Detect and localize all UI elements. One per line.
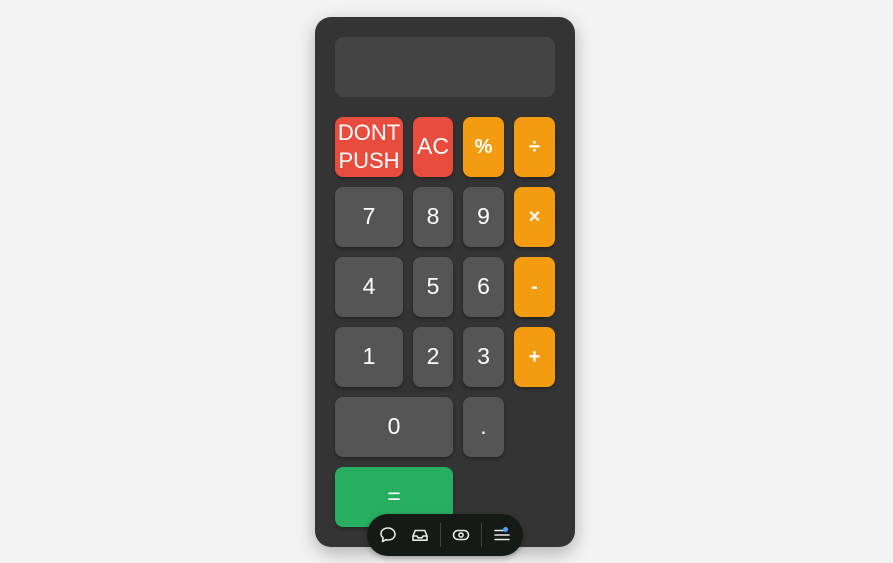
decimal-button[interactable]: .	[463, 397, 504, 457]
plus-button[interactable]: +	[514, 327, 555, 387]
key-6[interactable]: 6	[463, 257, 504, 317]
inbox-tray-icon	[412, 529, 428, 541]
chat-button[interactable]	[376, 523, 400, 547]
menu-button[interactable]	[490, 523, 514, 547]
key-0[interactable]: 0	[335, 397, 453, 457]
key-1[interactable]: 1	[335, 327, 403, 387]
floating-toolbar	[367, 514, 523, 556]
key-5[interactable]: 5	[413, 257, 453, 317]
key-9[interactable]: 9	[463, 187, 504, 247]
multiply-button[interactable]: ×	[514, 187, 555, 247]
key-2[interactable]: 2	[413, 327, 453, 387]
minus-button[interactable]: -	[514, 257, 555, 317]
chat-bubble-icon	[380, 527, 396, 543]
key-4[interactable]: 4	[335, 257, 403, 317]
notification-dot	[503, 527, 508, 532]
key-3[interactable]: 3	[463, 327, 504, 387]
eye-icon	[452, 529, 470, 541]
key-7[interactable]: 7	[335, 187, 403, 247]
toolbar-divider	[440, 523, 441, 547]
menu-icon	[494, 529, 510, 541]
calculator: DONT PUSH AC % ÷ 7 8 9 × 4 5 6 - 1 2 3 +…	[315, 17, 575, 547]
preview-button[interactable]	[449, 523, 473, 547]
clear-button[interactable]: AC	[413, 117, 453, 177]
inbox-button[interactable]	[408, 523, 432, 547]
dont-push-button[interactable]: DONT PUSH	[335, 117, 403, 177]
divide-button[interactable]: ÷	[514, 117, 555, 177]
key-8[interactable]: 8	[413, 187, 453, 247]
percent-button[interactable]: %	[463, 117, 504, 177]
toolbar-divider	[481, 523, 482, 547]
calculator-display	[335, 37, 555, 97]
